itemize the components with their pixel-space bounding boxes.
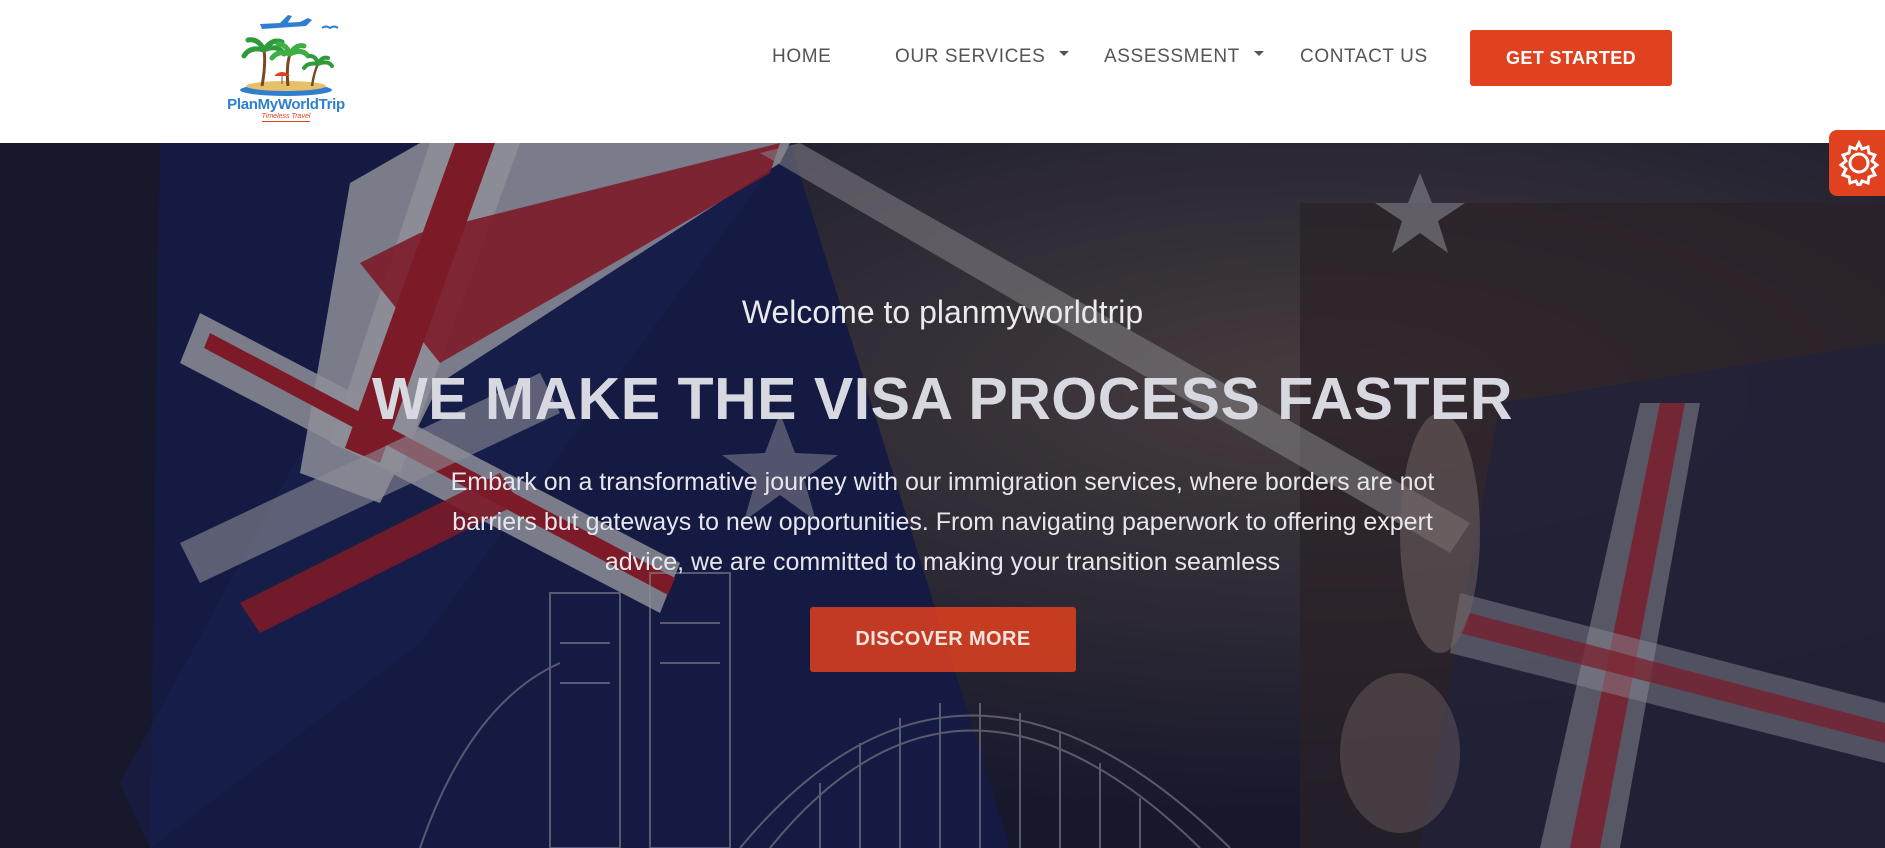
brand-logo[interactable]: PlanMyWorldTrip Timeless Travel xyxy=(222,14,350,126)
nav-assessment-label: ASSESSMENT xyxy=(1104,46,1240,67)
get-started-button[interactable]: GET STARTED xyxy=(1470,30,1672,86)
island-plane-logo-icon xyxy=(240,15,339,96)
gear-icon xyxy=(1838,140,1880,186)
hero-description: Embark on a transformative journey with … xyxy=(450,468,1435,576)
settings-button[interactable] xyxy=(1829,130,1885,196)
chevron-down-icon xyxy=(1059,51,1070,57)
discover-more-button[interactable]: DISCOVER MORE xyxy=(810,607,1076,672)
nav-assessment[interactable]: ASSESSMENT xyxy=(1104,46,1264,68)
chevron-down-icon xyxy=(1253,51,1264,57)
brand-underline xyxy=(262,121,310,122)
site-header: PlanMyWorldTrip Timeless Travel HOME OUR… xyxy=(0,0,1885,143)
nav-contact-us[interactable]: CONTACT US xyxy=(1300,46,1428,68)
nav-home[interactable]: HOME xyxy=(772,46,831,68)
hero-headline: WE MAKE THE VISA PROCESS FASTER xyxy=(372,366,1513,432)
hero-banner: Welcome to planmyworldtrip WE MAKE THE V… xyxy=(0,143,1885,848)
nav-our-services-label: OUR SERVICES xyxy=(895,46,1046,67)
nav-home-label: HOME xyxy=(772,46,832,67)
hero-welcome: Welcome to planmyworldtrip xyxy=(741,294,1144,330)
nav-contact-us-label: CONTACT US xyxy=(1300,46,1428,67)
nav-our-services[interactable]: OUR SERVICES xyxy=(895,46,1070,68)
brand-name: PlanMyWorldTrip xyxy=(227,96,345,113)
brand-tagline: Timeless Travel xyxy=(261,113,311,120)
